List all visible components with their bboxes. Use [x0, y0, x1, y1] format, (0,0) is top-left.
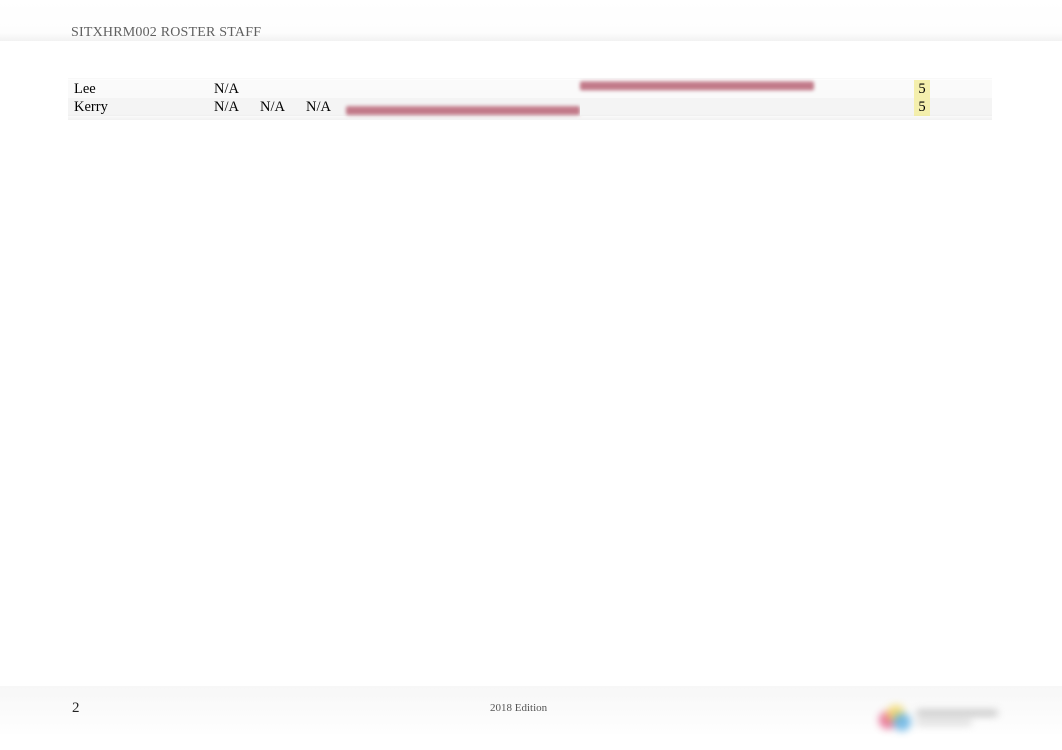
cell-value: [300, 80, 346, 98]
cell-name: Lee: [68, 80, 208, 98]
cell-value: N/A: [208, 80, 254, 98]
roster-table: Lee N/A 5 Kerry N/A N/A N/A 5: [68, 80, 992, 116]
cell-empty: [346, 80, 580, 98]
cell-redacted: [580, 80, 814, 98]
redaction-bar: [580, 81, 814, 90]
document-page: SITXHRM002 ROSTER STAFF Lee N/A 5 Kerry …: [0, 0, 1062, 750]
cell-empty: [814, 80, 914, 98]
edition-label: 2018 Edition: [490, 702, 547, 714]
highlighted-value: 5: [914, 80, 930, 98]
roster-table-container: Lee N/A 5 Kerry N/A N/A N/A 5: [68, 80, 992, 116]
logo-icon: [872, 698, 1006, 734]
page-header: SITXHRM002 ROSTER STAFF: [71, 25, 261, 41]
cell-empty: [930, 80, 992, 98]
cell-value: [254, 80, 300, 98]
table-row: Lee N/A 5: [68, 80, 992, 98]
cell-total: 5: [914, 80, 930, 98]
table-bottom-shadow: [68, 114, 992, 120]
page-number: 2: [72, 700, 80, 717]
